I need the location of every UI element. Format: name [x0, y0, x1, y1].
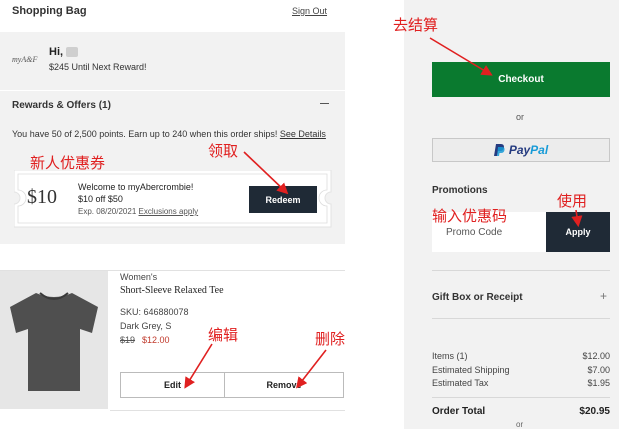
arrow-to-checkout: [429, 37, 493, 76]
arrow-to-redeem: [243, 151, 289, 195]
arrow-to-remove: [296, 349, 327, 389]
arrow-to-apply: [571, 209, 583, 228]
annotation-arrows: [184, 37, 583, 389]
arrow-to-edit: [184, 343, 213, 389]
